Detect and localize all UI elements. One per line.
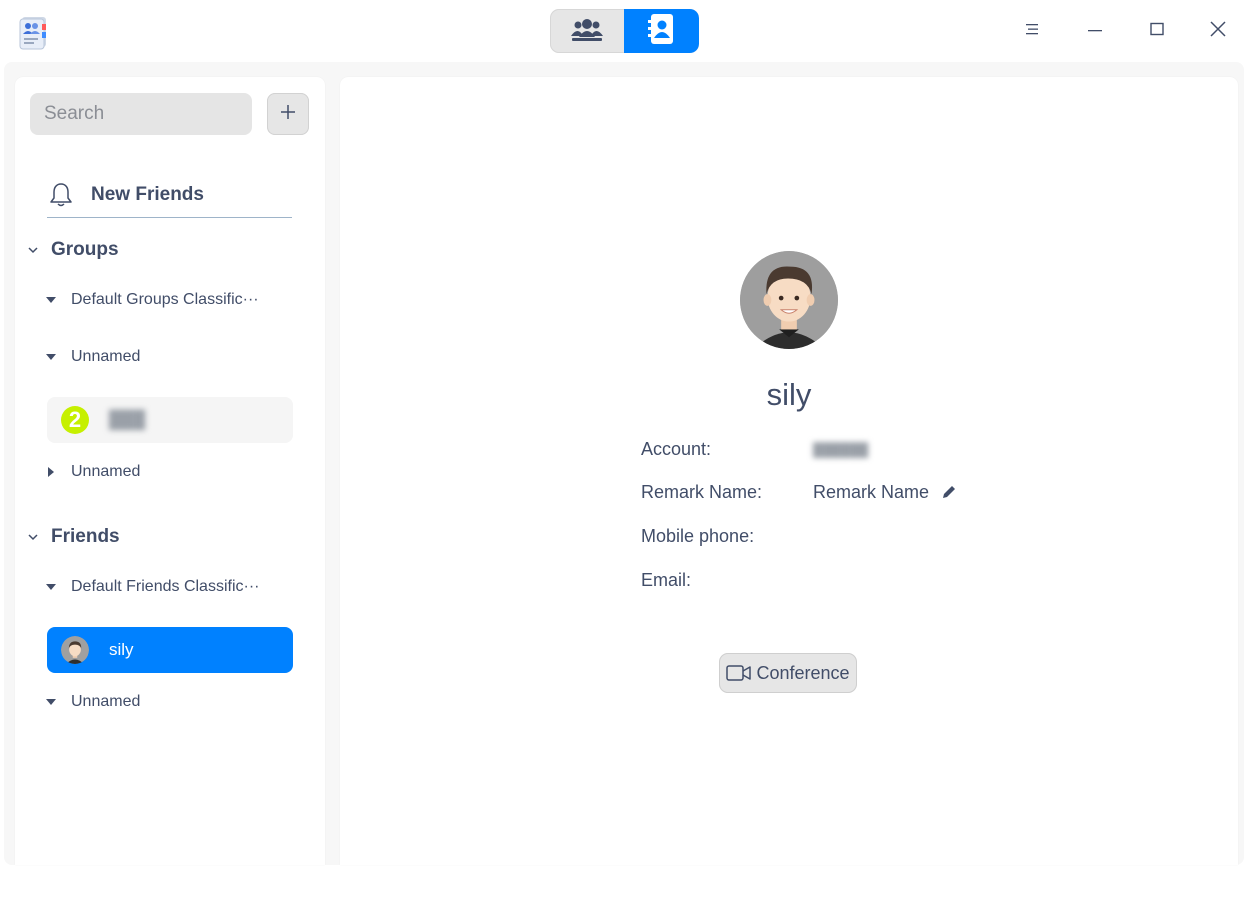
group-people-icon bbox=[569, 15, 605, 48]
chevron-down-icon bbox=[27, 531, 39, 543]
groups-section-header[interactable]: Groups bbox=[27, 235, 119, 265]
contact-display-name: sily bbox=[766, 377, 812, 412]
minimize-icon bbox=[1087, 21, 1103, 42]
search-input[interactable] bbox=[30, 93, 252, 135]
remark-name-value: Remark Name bbox=[813, 481, 930, 502]
friend-category-unnamed[interactable]: Unnamed bbox=[45, 688, 140, 716]
contact-detail-panel: sily Account: ██████ Remark Name: Remark… bbox=[340, 77, 1238, 865]
mobile-phone-label: Mobile phone: bbox=[641, 525, 755, 546]
close-button[interactable] bbox=[1203, 16, 1233, 46]
menu-button[interactable] bbox=[1017, 16, 1047, 46]
maximize-icon bbox=[1149, 21, 1165, 42]
friend-category-label: Unnamed bbox=[71, 693, 141, 710]
plus-icon bbox=[279, 103, 297, 126]
group-category-unnamed-collapsed[interactable]: Unnamed bbox=[45, 458, 140, 486]
avatar bbox=[740, 251, 838, 349]
menu-icon bbox=[1024, 21, 1040, 42]
group-member-item[interactable]: 2 ███ bbox=[47, 397, 293, 443]
account-value: ██████ bbox=[813, 441, 869, 457]
new-friends-label: New Friends bbox=[91, 184, 204, 205]
group-category-label: Unnamed bbox=[71, 348, 141, 365]
title-bar bbox=[0, 0, 1250, 62]
caret-right-icon bbox=[45, 466, 57, 478]
group-category-unnamed[interactable]: Unnamed bbox=[45, 343, 140, 371]
video-camera-icon bbox=[726, 663, 752, 683]
maximize-button[interactable] bbox=[1142, 16, 1172, 46]
pencil-icon[interactable] bbox=[941, 484, 957, 500]
friends-label: Friends bbox=[51, 526, 120, 547]
address-book-icon bbox=[16, 14, 52, 50]
close-icon bbox=[1209, 20, 1227, 43]
contact-name: sily bbox=[109, 640, 134, 659]
contact-item-selected[interactable]: sily bbox=[47, 627, 293, 673]
account-row: Account: ██████ bbox=[641, 434, 868, 464]
minimize-button[interactable] bbox=[1080, 16, 1110, 46]
conference-label: Conference bbox=[756, 662, 850, 683]
group-member-name: ███ bbox=[109, 410, 146, 429]
caret-down-icon bbox=[45, 352, 57, 362]
avatar bbox=[61, 636, 89, 664]
view-switcher bbox=[550, 9, 699, 53]
conference-button[interactable]: Conference bbox=[719, 653, 857, 693]
group-category-label: Unnamed bbox=[71, 463, 141, 480]
remark-name-label: Remark Name: bbox=[641, 481, 763, 502]
friend-category-label: Default Friends Classific··· bbox=[71, 578, 260, 595]
group-category-default[interactable]: Default Groups Classific··· bbox=[45, 286, 259, 314]
bell-icon bbox=[49, 182, 73, 208]
contacts-sidebar: New Friends Groups Default Groups Classi… bbox=[15, 77, 325, 865]
contact-card-icon bbox=[647, 13, 676, 50]
group-category-label: Default Groups Classific··· bbox=[71, 291, 259, 308]
chevron-down-icon bbox=[27, 244, 39, 256]
caret-down-icon bbox=[45, 582, 57, 592]
contacts-view-tab[interactable] bbox=[624, 9, 699, 53]
email-label: Email: bbox=[641, 569, 692, 590]
add-button[interactable] bbox=[267, 93, 309, 135]
email-row: Email: bbox=[641, 565, 813, 595]
caret-down-icon bbox=[45, 295, 57, 305]
friends-section-header[interactable]: Friends bbox=[27, 522, 120, 552]
new-friends-item[interactable]: New Friends bbox=[47, 173, 292, 218]
friend-category-default[interactable]: Default Friends Classific··· bbox=[45, 573, 259, 601]
remark-name-row: Remark Name: Remark Name bbox=[641, 477, 957, 507]
remark-name-value-wrap: Remark Name bbox=[813, 482, 957, 503]
group-avatar-badge: 2 bbox=[61, 406, 89, 434]
groups-label: Groups bbox=[51, 239, 119, 260]
account-label: Account: bbox=[641, 438, 712, 459]
groups-view-tab[interactable] bbox=[550, 9, 624, 53]
caret-down-icon bbox=[45, 697, 57, 707]
mobile-phone-row: Mobile phone: bbox=[641, 521, 813, 551]
